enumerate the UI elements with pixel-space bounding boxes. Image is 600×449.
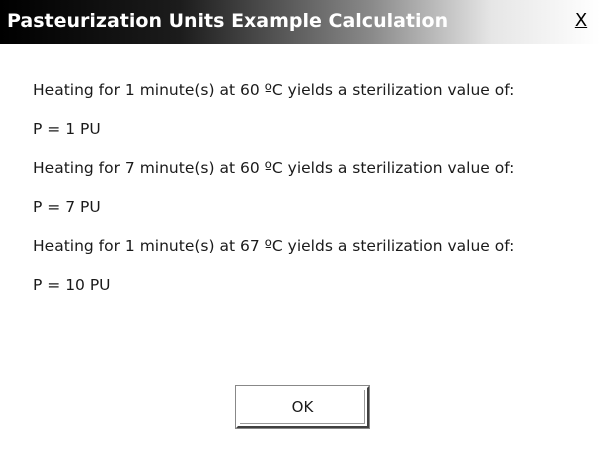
ok-button[interactable]: OK xyxy=(235,385,370,429)
message-line-2: Heating for 7 minute(s) at 60 ºC yields … xyxy=(33,159,515,177)
message-dialog: Pasteurization Units Example Calculation… xyxy=(0,0,600,449)
title-bar[interactable]: Pasteurization Units Example Calculation… xyxy=(0,0,600,44)
message-body: Heating for 1 minute(s) at 60 ºC yields … xyxy=(33,81,590,295)
close-button[interactable]: X xyxy=(570,9,592,33)
button-row: OK xyxy=(235,385,370,429)
close-icon: X xyxy=(574,10,588,31)
result-line-1: P = 1 PU xyxy=(33,120,101,138)
result-line-2: P = 7 PU xyxy=(33,198,101,216)
message-line-3: Heating for 1 minute(s) at 67 ºC yields … xyxy=(33,237,515,255)
message-line-1: Heating for 1 minute(s) at 60 ºC yields … xyxy=(33,81,515,99)
result-line-3: P = 10 PU xyxy=(33,276,111,294)
window-title: Pasteurization Units Example Calculation xyxy=(7,10,449,32)
